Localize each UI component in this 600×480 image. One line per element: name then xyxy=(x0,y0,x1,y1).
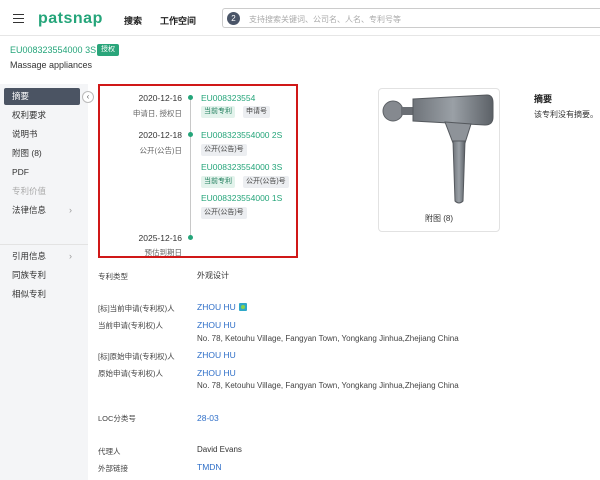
timeline-date: 2020-12-18 xyxy=(138,130,182,140)
field-label-std-current-assignee: [标]当前申请(专利权)人 xyxy=(98,304,175,313)
field-value-original-assignee[interactable]: ZHOU HU xyxy=(197,368,236,378)
timeline-patent-link[interactable]: EU008323554000 1S xyxy=(201,193,282,203)
sidebar-item-claims[interactable]: 权利要求 xyxy=(4,107,80,124)
menu-icon[interactable] xyxy=(13,14,24,23)
field-address-original-assignee: No. 78, Ketouhu Village, Fangyan Town, Y… xyxy=(197,381,459,390)
party-icon[interactable] xyxy=(238,303,247,311)
sidebar-divider xyxy=(0,244,88,245)
timeline-patent-link[interactable]: EU008323554000 2S xyxy=(201,130,282,140)
search-input[interactable]: 2 支持搜索关键词、公司名、人名、专利号等 xyxy=(222,8,600,28)
field-label-external-link: 外部链接 xyxy=(98,464,128,473)
field-value-std-original-assignee[interactable]: ZHOU HU xyxy=(197,350,236,360)
sidebar-item-figures[interactable]: 附图 (8) xyxy=(4,145,80,162)
sidebar-item-citations[interactable]: 引用信息 › xyxy=(4,248,80,265)
nav-workspace[interactable]: 工作空间 xyxy=(160,14,196,27)
field-value-std-current-assignee[interactable]: ZHOU HU xyxy=(197,302,247,312)
number-type-tag: 公开(公告)号 xyxy=(243,176,289,188)
top-bar: patsnap 搜索 工作空间 2 支持搜索关键词、公司名、人名、专利号等 xyxy=(0,0,600,36)
field-value-current-assignee[interactable]: ZHOU HU xyxy=(197,320,236,330)
current-patent-tag: 当前专利 xyxy=(201,106,235,118)
figure-card[interactable]: 附图 (8) xyxy=(378,88,500,232)
timeline-date: 2025-12-16 xyxy=(138,233,182,243)
sidebar-item-similar[interactable]: 相似专利 xyxy=(4,286,80,303)
field-label-original-assignee: 原始申请(专利权)人 xyxy=(98,369,163,378)
sidebar-item-patent-value: 专利价值 xyxy=(12,186,47,196)
chevron-right-icon: › xyxy=(69,251,72,261)
abstract-title: 摘要 xyxy=(534,94,553,104)
field-address-current-assignee: No. 78, Ketouhu Village, Fangyan Town, Y… xyxy=(197,334,459,343)
timeline-dot xyxy=(188,132,193,137)
timeline-patent-link[interactable]: EU008323554 xyxy=(201,93,255,103)
document-title: Massage appliances xyxy=(10,60,93,70)
timeline-dot xyxy=(188,235,193,240)
massage-gun-image xyxy=(382,94,494,204)
timeline-date-label: 公开(公告)日 xyxy=(139,146,183,155)
patsnap-logo[interactable]: patsnap xyxy=(38,10,103,28)
field-value-loc-class[interactable]: 28-03 xyxy=(197,413,219,423)
search-placeholder: 支持搜索关键词、公司名、人名、专利号等 xyxy=(249,15,401,24)
timeline-dot xyxy=(188,95,193,100)
number-type-tag: 公开(公告)号 xyxy=(201,144,247,156)
number-type-tag: 公开(公告)号 xyxy=(201,207,247,219)
field-label-current-assignee: 当前申请(专利权)人 xyxy=(98,321,163,330)
document-header: EU008323554000 3S 授权 Massage appliances xyxy=(0,38,600,74)
sidebar-item-family[interactable]: 同族专利 xyxy=(4,267,80,284)
search-count-badge[interactable]: 2 xyxy=(227,12,240,25)
timeline-date-label: 申请日, 授权日 xyxy=(132,109,182,118)
number-type-tag: 申请号 xyxy=(243,106,270,118)
status-badge: 授权 xyxy=(97,44,119,56)
sidebar-item-abstract[interactable]: 摘要 xyxy=(4,88,80,105)
timeline-patent-link[interactable]: EU008323554000 3S xyxy=(201,162,282,172)
field-value-external-link[interactable]: TMDN xyxy=(197,462,222,472)
sidebar-item-description[interactable]: 说明书 xyxy=(4,126,80,143)
nav-search[interactable]: 搜索 xyxy=(124,14,142,27)
field-value-patent-type: 外观设计 xyxy=(197,271,229,280)
field-label-agent: 代理人 xyxy=(98,447,121,456)
figure-caption: 附图 (8) xyxy=(425,214,453,223)
sidebar-item-pdf[interactable]: PDF xyxy=(4,164,80,181)
field-value-agent: David Evans xyxy=(197,445,242,454)
sidebar: 摘要 权利要求 说明书 附图 (8) PDF 专利价值 法律信息 › 引用信息 › … xyxy=(0,84,88,480)
collapse-sidebar-icon[interactable]: ‹ xyxy=(82,91,94,103)
current-patent-tag: 当前专利 xyxy=(201,176,235,188)
sidebar-item-legal-info[interactable]: 法律信息 › xyxy=(4,202,80,219)
field-label-loc-class: LOC分类号 xyxy=(98,414,136,423)
timeline-line xyxy=(190,98,191,238)
field-label-std-original-assignee: [标]原始申请(专利权)人 xyxy=(98,352,175,361)
chevron-right-icon: › xyxy=(69,205,72,215)
field-label-patent-type: 专利类型 xyxy=(98,272,128,281)
timeline-date: 2020-12-16 xyxy=(138,93,182,103)
timeline-date-label: 预估到期日 xyxy=(144,248,183,257)
abstract-text: 该专利没有摘要。 xyxy=(534,110,598,119)
publication-number: EU008323554000 3S xyxy=(10,45,97,55)
